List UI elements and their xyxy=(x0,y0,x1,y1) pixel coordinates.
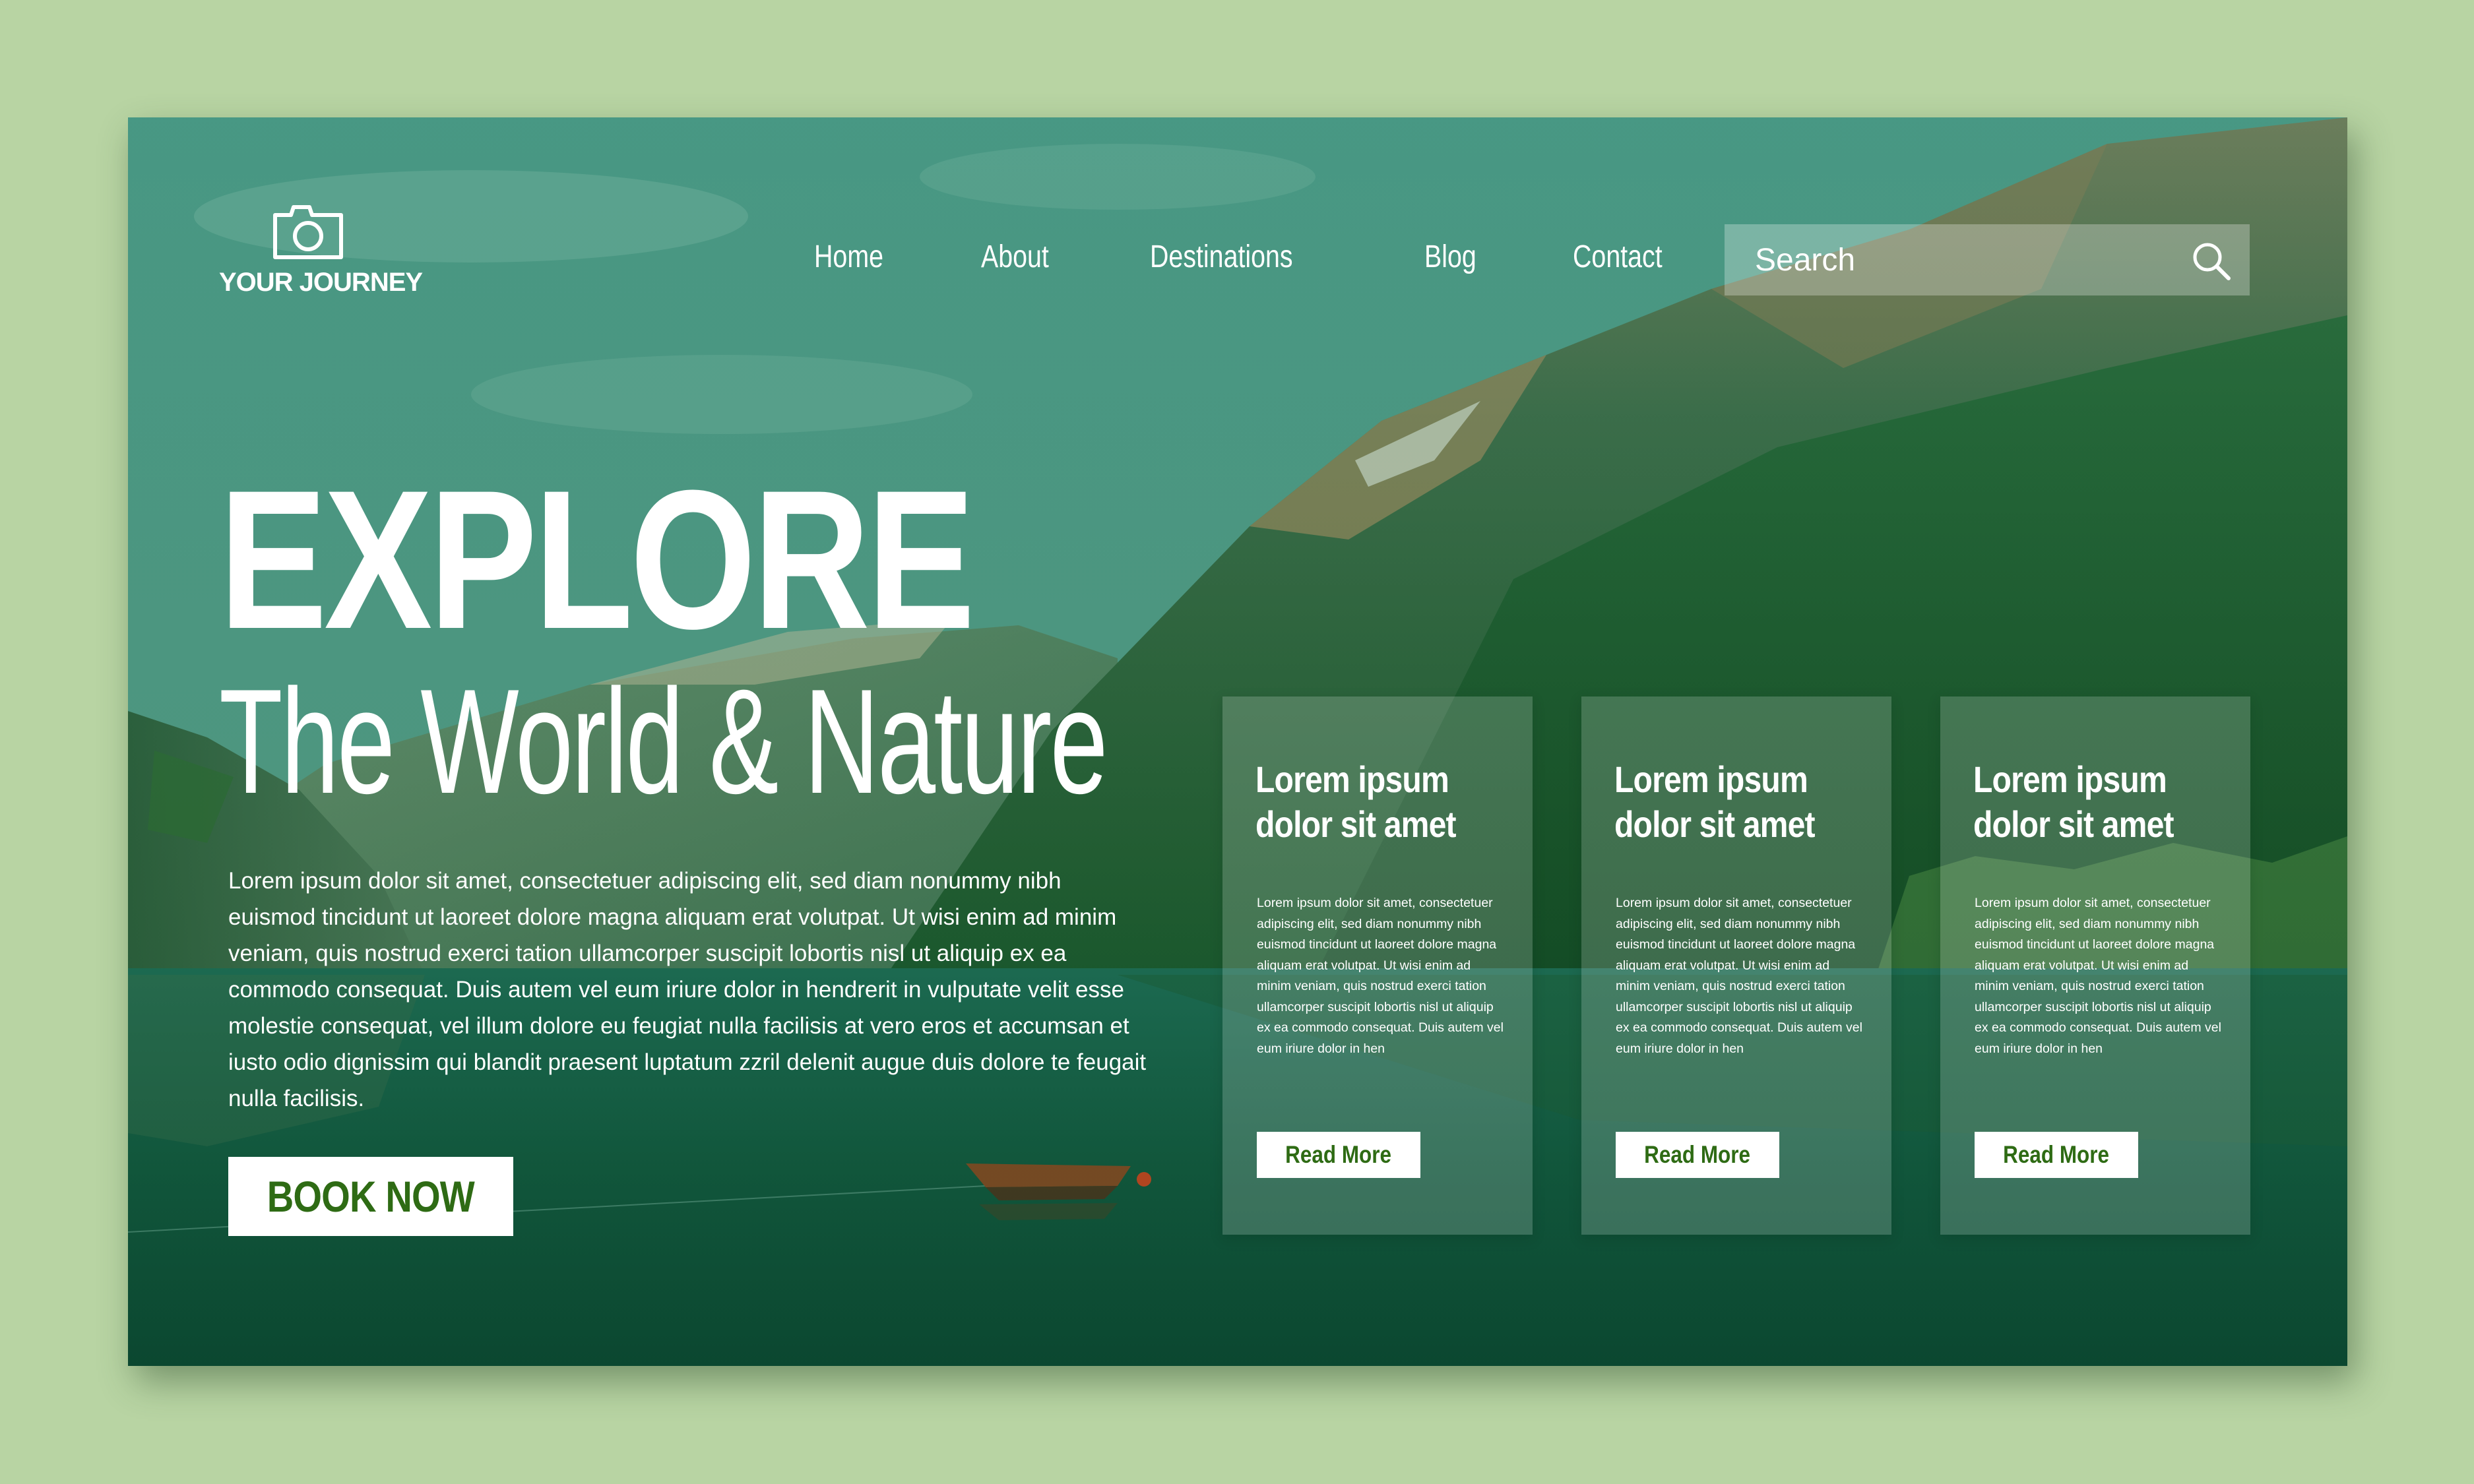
info-card: Lorem ipsum dolor sit amet Lorem ipsum d… xyxy=(1581,696,1891,1235)
read-more-button[interactable]: Read More xyxy=(1257,1132,1420,1178)
nav-item-about[interactable]: About xyxy=(981,231,1049,284)
brand-logo[interactable]: YOUR JOURNEY xyxy=(219,202,423,297)
read-more-button[interactable]: Read More xyxy=(1975,1132,2138,1178)
book-now-button[interactable]: BOOK NOW xyxy=(228,1157,513,1236)
page-background: YOUR JOURNEY Home About Destinations Blo… xyxy=(0,0,2474,1484)
read-more-label: Read More xyxy=(1285,1141,1392,1168)
nav-item-contact[interactable]: Contact xyxy=(1573,231,1663,284)
hero-headline: EXPLORE xyxy=(219,448,975,670)
hero-description: Lorem ipsum dolor sit amet, consectetuer… xyxy=(228,868,1147,1111)
brand-name: YOUR JOURNEY xyxy=(219,268,423,297)
card-title: Lorem ipsum dolor sit amet xyxy=(1973,758,2174,845)
card-text: Lorem ipsum dolor sit amet, consectetuer… xyxy=(1257,896,1504,1056)
nav-item-home[interactable]: Home xyxy=(814,231,883,284)
nav-item-blog[interactable]: Blog xyxy=(1424,231,1476,284)
search-bar xyxy=(1725,224,2250,295)
book-now-label: BOOK NOW xyxy=(267,1172,475,1221)
info-card: Lorem ipsum dolor sit amet Lorem ipsum d… xyxy=(1222,696,1533,1235)
read-more-label: Read More xyxy=(1644,1141,1751,1168)
card-text: Lorem ipsum dolor sit amet, consectetuer… xyxy=(1616,896,1862,1056)
card-title: Lorem ipsum dolor sit amet xyxy=(1614,758,1816,845)
camera-icon xyxy=(273,205,343,259)
hero-banner: YOUR JOURNEY Home About Destinations Blo… xyxy=(128,117,2347,1366)
read-more-label: Read More xyxy=(2003,1141,2110,1168)
read-more-button[interactable]: Read More xyxy=(1616,1132,1779,1178)
info-card: Lorem ipsum dolor sit amet Lorem ipsum d… xyxy=(1940,696,2250,1235)
search-input[interactable] xyxy=(1755,233,2177,286)
hero-subheadline: The World & Nature xyxy=(219,658,1108,824)
search-icon[interactable] xyxy=(2190,240,2231,281)
nav-item-destinations[interactable]: Destinations xyxy=(1150,231,1293,284)
card-title: Lorem ipsum dolor sit amet xyxy=(1255,758,1457,845)
card-text: Lorem ipsum dolor sit amet, consectetuer… xyxy=(1975,896,2221,1056)
